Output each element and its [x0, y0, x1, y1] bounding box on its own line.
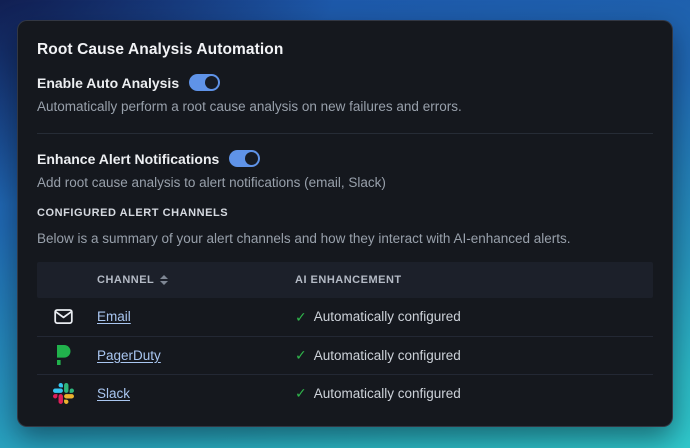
ai-status-text: Automatically configured: [314, 309, 461, 324]
slack-ai-status: ✓ Automatically configured: [295, 386, 653, 401]
sort-up-icon: [160, 275, 168, 279]
table-row-slack: Slack ✓ Automatically configured: [37, 374, 653, 412]
page-title: Root Cause Analysis Automation: [37, 41, 653, 59]
ai-status-text: Automatically configured: [314, 386, 461, 401]
pagerduty-channel-link[interactable]: PagerDuty: [97, 348, 295, 363]
pagerduty-icon: [37, 344, 97, 366]
toggle-knob: [245, 152, 258, 165]
auto-analysis-description: Automatically perform a root cause analy…: [37, 98, 653, 116]
channel-header-label: CHANNEL: [97, 274, 154, 286]
email-channel-link[interactable]: Email: [97, 309, 295, 324]
auto-analysis-label: Enable Auto Analysis: [37, 75, 179, 91]
root-cause-settings-panel: Root Cause Analysis Automation Enable Au…: [17, 20, 673, 427]
email-ai-status: ✓ Automatically configured: [295, 309, 653, 324]
slack-channel-link[interactable]: Slack: [97, 386, 295, 401]
alert-notifications-description: Add root cause analysis to alert notific…: [37, 174, 653, 192]
table-header-row: CHANNEL AI ENHANCEMENT: [37, 262, 653, 298]
alert-notifications-label: Enhance Alert Notifications: [37, 151, 219, 167]
table-body: Email ✓ Automatically configured PagerDu…: [37, 298, 653, 412]
table-row-email: Email ✓ Automatically configured: [37, 298, 653, 336]
section-divider: [37, 133, 653, 134]
alert-channels-table: CHANNEL AI ENHANCEMENT Email ✓: [37, 262, 653, 412]
pagerduty-ai-status: ✓ Automatically configured: [295, 348, 653, 363]
auto-analysis-row: Enable Auto Analysis: [37, 74, 653, 91]
ai-status-text: Automatically configured: [314, 348, 461, 363]
check-icon: ✓: [295, 348, 307, 362]
column-header-ai-enhancement: AI ENHANCEMENT: [295, 274, 653, 286]
sort-down-icon: [160, 281, 168, 285]
toggle-knob: [205, 76, 218, 89]
check-icon: ✓: [295, 386, 307, 400]
sort-arrows-icon[interactable]: [160, 275, 168, 285]
table-row-pagerduty: PagerDuty ✓ Automatically configured: [37, 336, 653, 374]
email-icon: [37, 306, 97, 327]
slack-icon: [37, 383, 97, 404]
configured-channels-heading: CONFIGURED ALERT CHANNELS: [37, 207, 653, 219]
auto-analysis-toggle[interactable]: [189, 74, 220, 91]
check-icon: ✓: [295, 310, 307, 324]
configured-channels-description: Below is a summary of your alert channel…: [37, 230, 653, 248]
alert-notifications-row: Enhance Alert Notifications: [37, 150, 653, 167]
alert-notifications-toggle[interactable]: [229, 150, 260, 167]
column-header-channel[interactable]: CHANNEL: [97, 274, 295, 286]
